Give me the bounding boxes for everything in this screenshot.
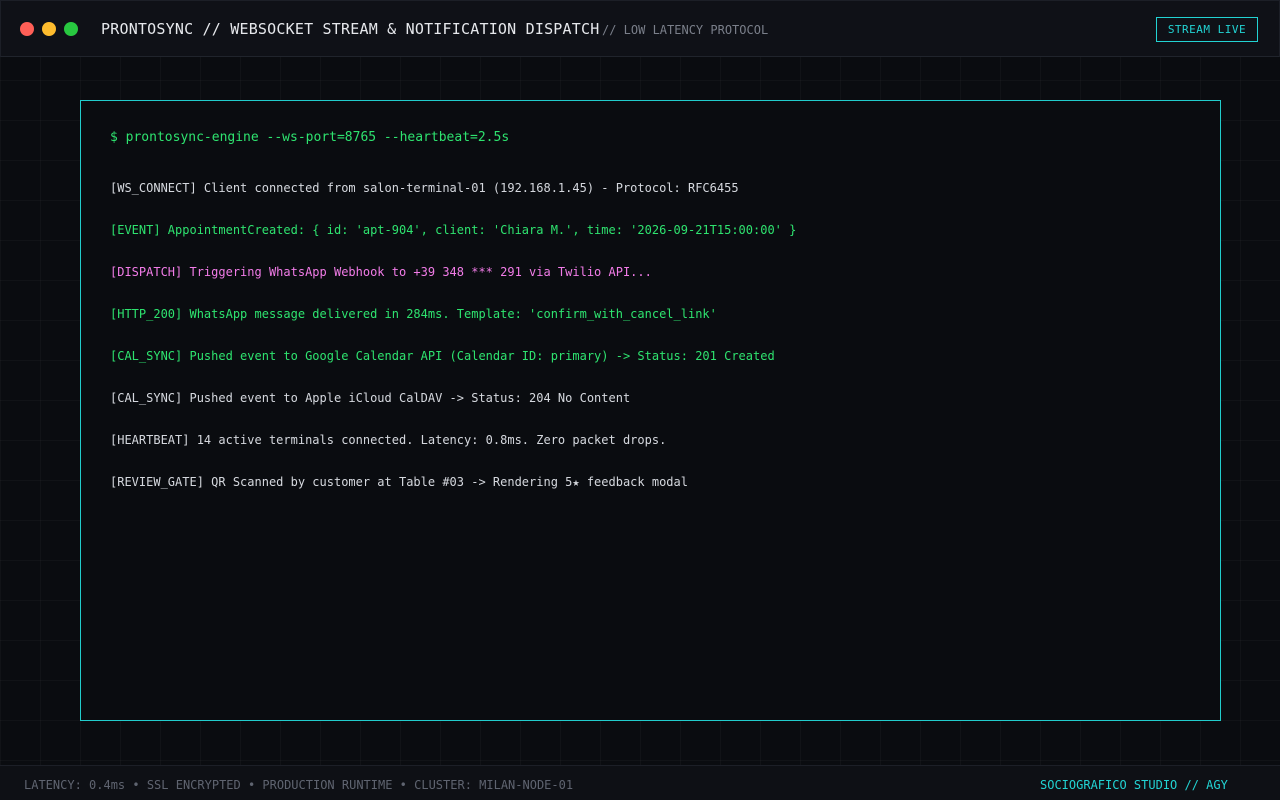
status-footer: LATENCY: 0.4ms • SSL ENCRYPTED • PRODUCT… [0,765,1280,800]
log-line-http-200: [HTTP_200] WhatsApp message delivered in… [110,307,717,321]
log-line-event: [EVENT] AppointmentCreated: { id: 'apt-9… [110,223,797,237]
terminal-prompt: $ prontosync-engine --ws-port=8765 --hea… [110,130,510,145]
log-line-review-gate: [REVIEW_GATE] QR Scanned by customer at … [110,475,688,489]
log-line-cal-sync-apple: [CAL_SYNC] Pushed event to Apple iCloud … [110,391,631,405]
minimize-window-button[interactable] [42,22,56,36]
log-line-cal-sync-google: [CAL_SYNC] Pushed event to Google Calend… [110,349,775,363]
footer-status-text: LATENCY: 0.4ms • SSL ENCRYPTED • PRODUCT… [24,778,574,792]
close-window-button[interactable] [20,22,34,36]
window-title: PRONTOSYNC // WEBSOCKET STREAM & NOTIFIC… [101,20,600,38]
maximize-window-button[interactable] [64,22,78,36]
stream-live-badge[interactable]: STREAM LIVE [1156,17,1258,42]
terminal-panel[interactable]: $ prontosync-engine --ws-port=8765 --hea… [80,100,1221,721]
window-subtitle: // LOW LATENCY PROTOCOL [602,23,769,37]
log-line-ws-connect: [WS_CONNECT] Client connected from salon… [110,181,739,195]
footer-brand-link[interactable]: SOCIOGRAFICO STUDIO // AGY [1040,778,1228,792]
window-titlebar: PRONTOSYNC // WEBSOCKET STREAM & NOTIFIC… [0,0,1280,57]
log-line-heartbeat: [HEARTBEAT] 14 active terminals connecte… [110,433,667,447]
log-line-dispatch: [DISPATCH] Triggering WhatsApp Webhook t… [110,265,652,279]
